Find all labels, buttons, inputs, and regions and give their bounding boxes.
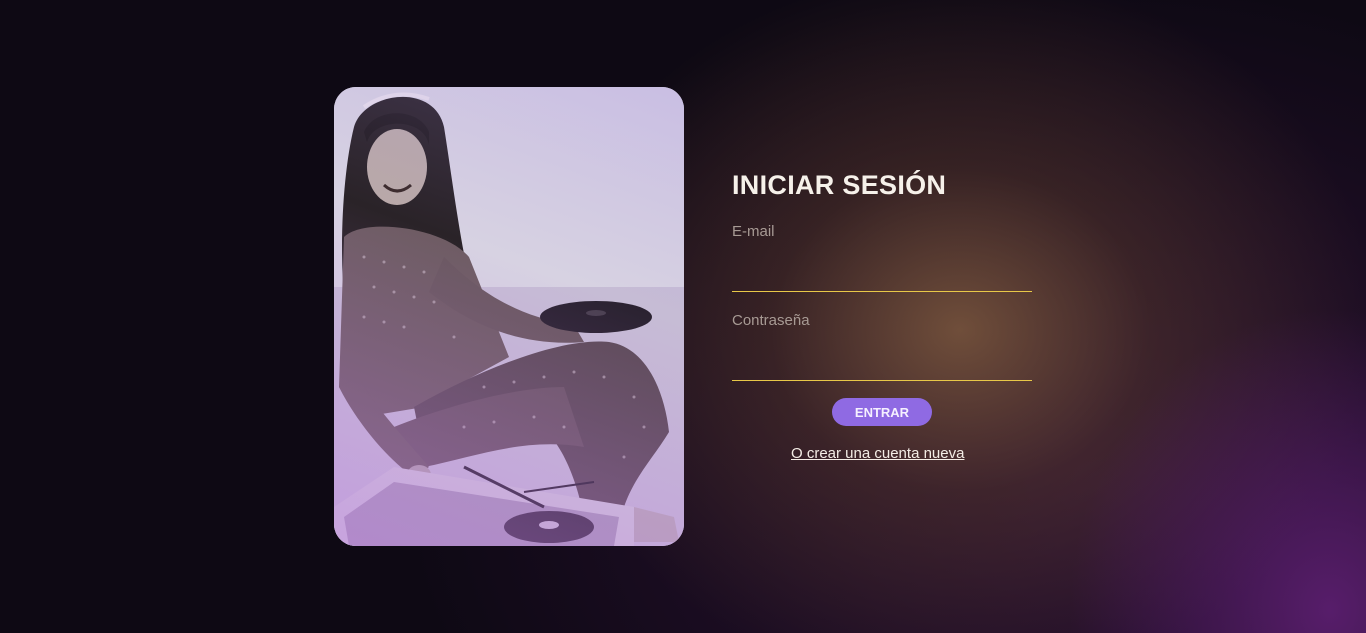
register-link[interactable]: O crear una cuenta nueva bbox=[791, 445, 964, 462]
password-label: Contraseña bbox=[732, 312, 810, 329]
email-label: E-mail bbox=[732, 223, 775, 240]
hero-photo bbox=[334, 87, 684, 546]
password-field[interactable] bbox=[732, 351, 1032, 381]
submit-button[interactable]: ENTRAR bbox=[832, 398, 932, 426]
photo-color-overlay bbox=[334, 87, 684, 546]
email-field[interactable] bbox=[732, 262, 1032, 292]
page-title: INICIAR SESIÓN bbox=[732, 170, 947, 200]
